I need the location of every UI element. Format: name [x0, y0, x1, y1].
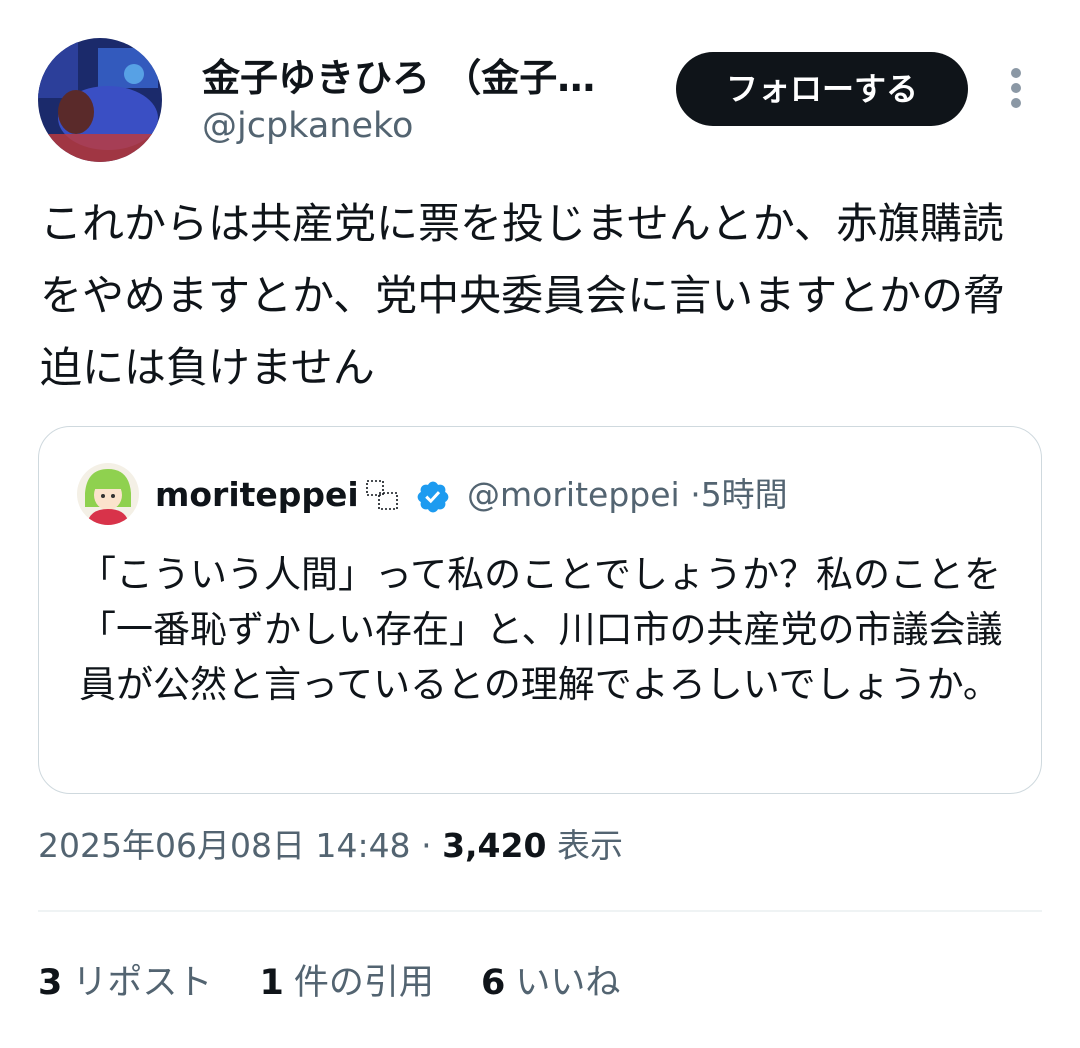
stat-quotes[interactable]: 1 件の引用: [260, 958, 434, 1008]
tweet-text: これからは共産党に票を投じませんとか、赤旗購読をやめますとか、党中央委員会に言い…: [40, 199, 1006, 392]
quoted-tweet-text: 「こういう人間」って私のことでしょうか？私のことを「一番恥ずかしい存在」と、川口…: [79, 553, 1003, 706]
meta-separator: ·: [421, 826, 432, 865]
author-handle[interactable]: @jcpkaneko: [202, 104, 413, 148]
engagement-stats: 3 リポスト 1 件の引用 6 いいね: [38, 958, 656, 1008]
more-icon[interactable]: [1004, 66, 1028, 110]
quoted-display-name: moriteppei: [155, 475, 359, 514]
follow-button[interactable]: フォローする: [676, 52, 968, 126]
emoji-placeholder-icon: [365, 479, 401, 513]
quoted-handle: @moriteppei: [467, 475, 680, 514]
stat-label: リポスト: [72, 963, 213, 1003]
stat-reposts[interactable]: 3 リポスト: [38, 958, 212, 1008]
quoted-separator: ·: [690, 475, 701, 514]
views-label: 表示: [556, 826, 623, 865]
stat-count: 6: [481, 963, 506, 1003]
quoted-avatar: [77, 463, 139, 525]
tweet-meta: 2025年06月08日 14:48 · 3,420 表示: [38, 822, 623, 870]
quoted-tweet-card[interactable]: moriteppei @moriteppei ·5時間 「こういう人間」って私の…: [38, 426, 1042, 794]
verified-badge-icon: [415, 479, 451, 515]
author-display-name[interactable]: 金子ゆきひろ （金子…: [202, 54, 595, 102]
stat-label: 件の引用: [293, 963, 434, 1003]
divider: [38, 910, 1042, 912]
stat-label: いいね: [515, 963, 621, 1003]
stat-count: 3: [38, 963, 63, 1003]
author-avatar[interactable]: [38, 38, 162, 162]
quoted-handle-time: @moriteppei ·5時間: [467, 473, 788, 517]
stat-likes[interactable]: 6 いいね: [481, 958, 620, 1008]
tweet-datetime[interactable]: 2025年06月08日 14:48: [38, 826, 411, 865]
stat-count: 1: [259, 963, 284, 1003]
views-count: 3,420: [442, 826, 547, 865]
quoted-time: 5時間: [700, 475, 788, 514]
